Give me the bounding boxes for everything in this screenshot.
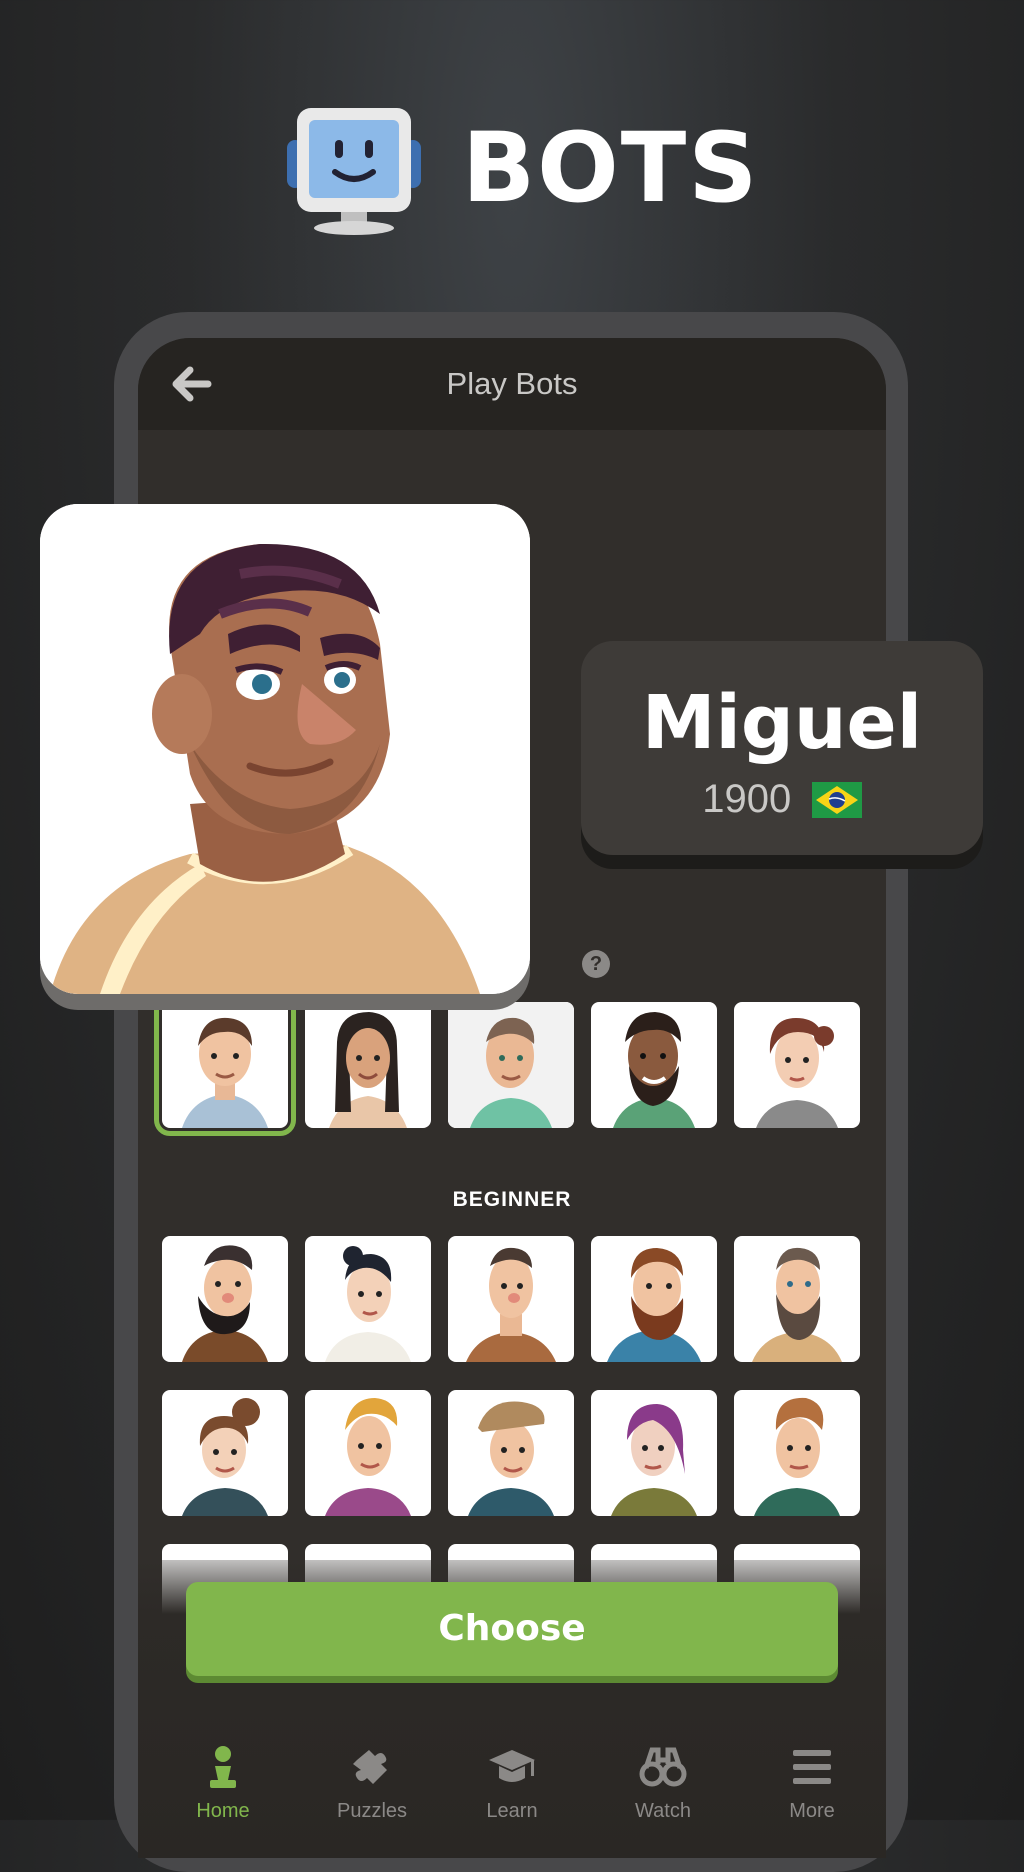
bot-tile[interactable] (162, 1390, 288, 1516)
bot-avatar (182, 1245, 268, 1362)
bottom-nav: Home Puzzles Learn Watch More (138, 1708, 886, 1858)
bot-avatar (448, 1002, 574, 1128)
bot-rating: 1900 (702, 777, 792, 821)
nav-item-home[interactable]: Home (158, 1708, 288, 1828)
bot-rating-row: 1900 (581, 777, 983, 822)
bot-tile[interactable] (448, 1002, 574, 1128)
bot-tile[interactable] (734, 1390, 860, 1516)
bot-tile[interactable] (154, 994, 296, 1136)
bot-avatar (752, 1247, 842, 1362)
page-title: Play Bots (446, 366, 578, 401)
brazil-flag-icon (811, 781, 862, 818)
bot-avatar (182, 1017, 268, 1128)
bot-avatar (611, 1404, 697, 1516)
bot-avatar (756, 1018, 838, 1128)
hero-title: BOTS (462, 112, 760, 224)
hero-header: BOTS (0, 100, 1024, 240)
monitor-bot-icon (287, 108, 421, 235)
nav-item-more[interactable]: More (747, 1708, 877, 1828)
bot-avatar (325, 1246, 411, 1362)
bot-avatar (613, 1012, 695, 1128)
bot-avatar (325, 1398, 411, 1516)
nav-item-puzzles[interactable]: Puzzles (307, 1708, 437, 1828)
section-label-beginner: BEGINNER (452, 1188, 572, 1211)
bot-avatar (329, 1012, 407, 1128)
graduation-cap-icon (489, 1750, 535, 1782)
bot-avatar (182, 1398, 268, 1516)
bot-tile[interactable] (448, 1390, 574, 1516)
top-bar: Play Bots (138, 338, 886, 430)
bot-avatar (468, 1401, 554, 1516)
bot-tile[interactable] (448, 1236, 574, 1362)
bot-avatar (754, 1397, 840, 1516)
bot-tile[interactable] (305, 1236, 431, 1362)
puzzle-icon (353, 1750, 387, 1784)
choose-button[interactable]: Choose (186, 1582, 838, 1676)
bot-tile[interactable] (591, 1390, 717, 1516)
bot-tile[interactable] (734, 1236, 860, 1362)
selected-bot-info-card: Miguel 1900 (581, 641, 983, 855)
nav-item-learn[interactable]: Learn (447, 1708, 577, 1828)
menu-icon (793, 1750, 831, 1784)
bot-tile[interactable] (591, 1236, 717, 1362)
bot-avatar (607, 1248, 701, 1362)
bot-avatar (466, 1247, 556, 1362)
bot-tile[interactable] (591, 1002, 717, 1128)
nav-item-watch[interactable]: Watch (598, 1708, 728, 1828)
bot-name: Miguel (641, 680, 923, 766)
bot-portrait (40, 504, 530, 994)
bot-tile[interactable] (305, 1002, 431, 1128)
selected-bot-avatar-card (40, 504, 530, 994)
bot-tile[interactable] (162, 1236, 288, 1362)
pawn-icon (210, 1746, 236, 1788)
help-icon[interactable]: ? (582, 950, 610, 978)
bot-tile[interactable] (305, 1390, 431, 1516)
bot-tile[interactable] (734, 1002, 860, 1128)
binoculars-icon (639, 1747, 687, 1787)
